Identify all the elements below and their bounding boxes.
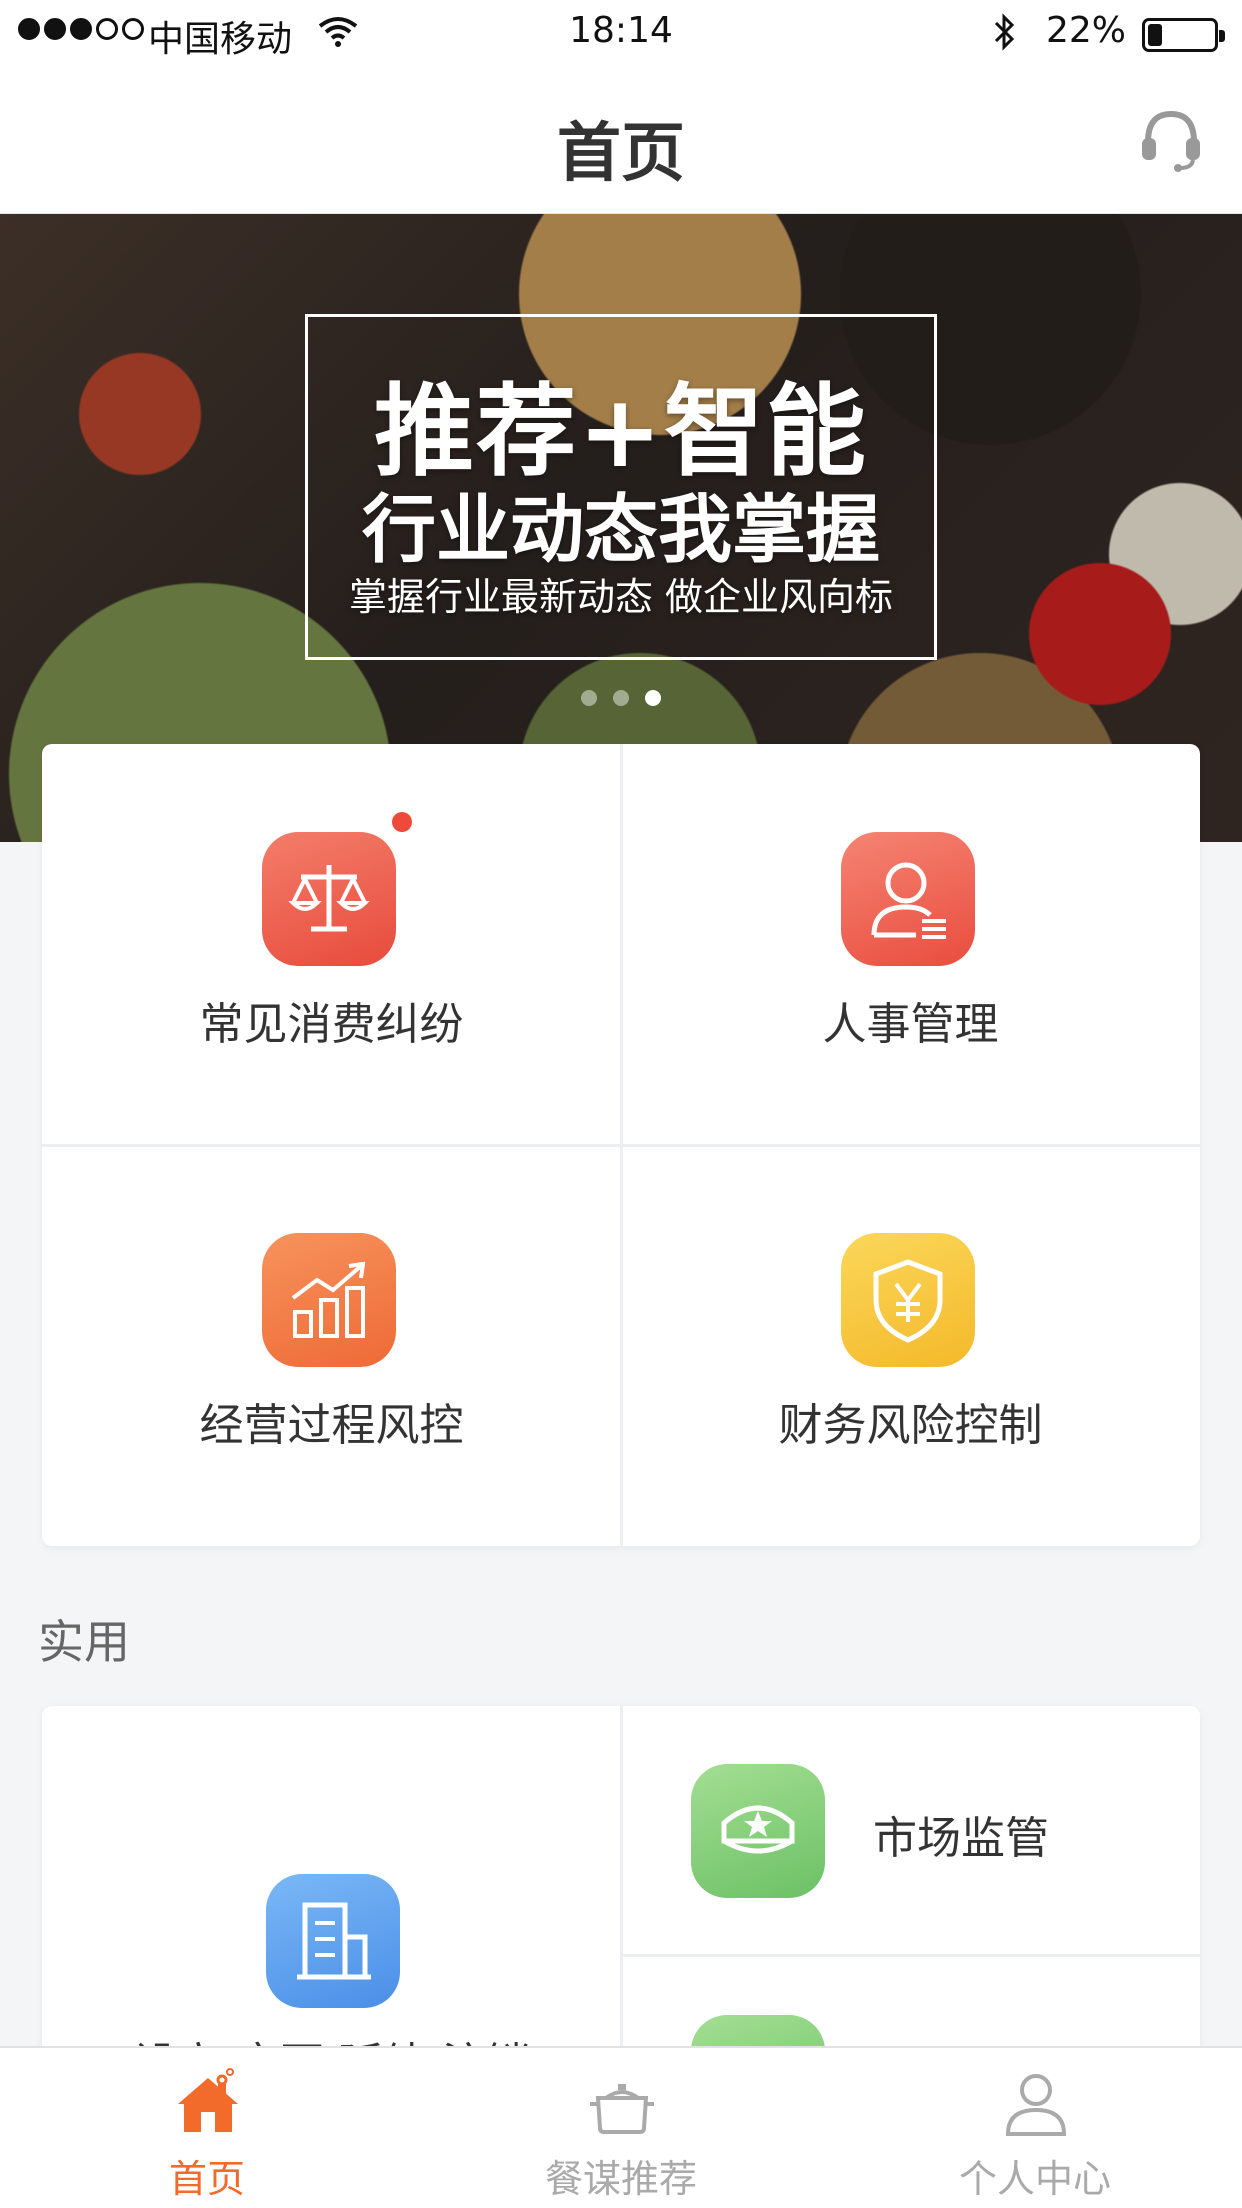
user-icon: [1005, 2074, 1067, 2136]
carousel-dot[interactable]: [581, 690, 597, 706]
battery-icon: [1142, 18, 1225, 52]
status-bar: 中国移动 18:14 22%: [0, 0, 1242, 64]
grid-item-consumer-disputes[interactable]: 常见消费纠纷: [42, 744, 621, 1145]
tab-label: 餐谋推荐: [544, 2157, 697, 2201]
grid-item-label: 人事管理: [822, 999, 999, 1050]
page-title: 首页: [557, 117, 685, 191]
scales-icon: [262, 832, 396, 966]
notification-badge: [392, 812, 412, 832]
bar-chart-icon: [262, 1233, 396, 1367]
utility-item-label: 市场监管: [873, 1813, 1049, 1864]
grid-item-label: 财务风险控制: [778, 1400, 1043, 1451]
person-icon: [841, 832, 975, 966]
grid-item-label: 经营过程风控: [199, 1400, 464, 1451]
section-title: 实用: [38, 1615, 130, 1669]
carousel-dot-active[interactable]: [645, 690, 661, 706]
tab-dining-recommendations[interactable]: 餐谋推荐: [414, 2048, 828, 2208]
shield-yen-icon: [841, 1233, 975, 1367]
tab-label: 首页: [168, 2157, 245, 2201]
carousel-indicator[interactable]: [0, 690, 1242, 706]
cooking-pot-icon: [590, 2084, 654, 2134]
building-icon: [266, 1874, 400, 2008]
navigation-bar: 首页: [0, 64, 1242, 214]
bluetooth-icon: [994, 13, 1015, 51]
tab-bar: 首页 餐谋推荐 个人中心: [0, 2046, 1242, 2208]
utility-item-market-supervision[interactable]: 市场监管: [623, 1706, 1200, 1954]
grid-item-label: 常见消费纠纷: [199, 999, 464, 1050]
banner-subheadline: 行业动态我掌握: [362, 487, 880, 573]
home-icon: [178, 2068, 238, 2132]
grid-item-financial-risk[interactable]: 财务风险控制: [621, 1145, 1200, 1546]
divider: [42, 1144, 1200, 1147]
battery-percent: 22%: [1046, 10, 1127, 51]
grid-item-operation-risk[interactable]: 经营过程风控: [42, 1145, 621, 1546]
carousel-dot[interactable]: [613, 690, 629, 706]
tab-profile[interactable]: 个人中心: [828, 2048, 1242, 2208]
feature-grid: 常见消费纠纷 人事管理 经营过程风控 财务风险控制: [42, 744, 1200, 1546]
tab-home[interactable]: 首页: [0, 2048, 414, 2208]
tab-label: 个人中心: [958, 2157, 1111, 2201]
grid-item-hr-management[interactable]: 人事管理: [621, 744, 1200, 1145]
banner-tagline: 掌握行业最新动态 做企业风向标: [348, 575, 894, 619]
headset-icon[interactable]: [1136, 104, 1206, 174]
officer-cap-icon: [691, 1764, 825, 1898]
